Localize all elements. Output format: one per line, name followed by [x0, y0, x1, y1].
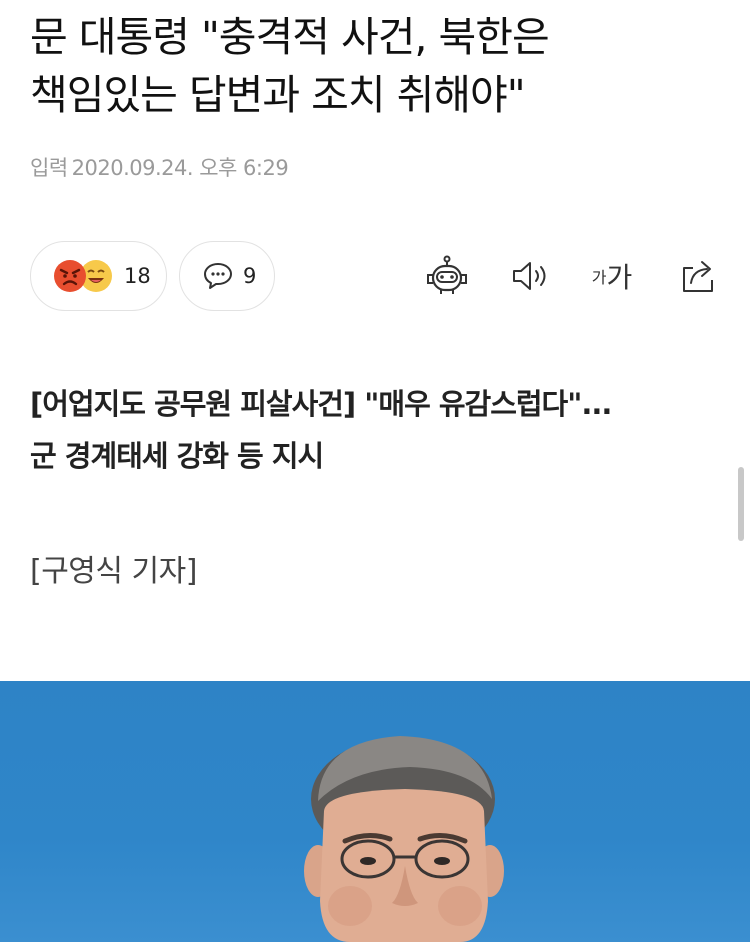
headline-line-1: 문 대통령 "충격적 사건, 북한은 — [30, 13, 550, 61]
portrait-illustration — [304, 736, 504, 942]
article-subhead: [어업지도 공무원 피살사건] "매우 유감스럽다"... 군 경계태세 강화 … — [30, 378, 720, 482]
article-dateline: 입력 2020.09.24. 오후 6:29 — [30, 152, 289, 182]
article-photo — [0, 681, 750, 942]
font-size-big-glyph: 가 — [606, 261, 633, 294]
font-size-small-glyph: 가 — [591, 268, 607, 287]
subhead-line-2: 군 경계태세 강화 등 지시 — [30, 439, 324, 473]
reaction-emojis — [53, 259, 115, 293]
speaker-icon — [513, 262, 546, 290]
headline-line-2: 책임있는 답변과 조치 취해야" — [30, 71, 526, 119]
share-button[interactable] — [676, 254, 720, 298]
share-icon — [683, 261, 713, 292]
angry-face-icon — [54, 260, 86, 292]
comment-count: 9 — [243, 264, 257, 288]
scrollbar-thumb[interactable] — [738, 467, 744, 541]
font-size-button[interactable]: 가가 — [588, 254, 636, 298]
date-value: 2020.09.24. 오후 6:29 — [71, 156, 289, 180]
speech-bubble-icon — [204, 263, 232, 289]
reporter-byline: [구영식 기자] — [30, 554, 197, 589]
date-label: 입력 — [30, 156, 68, 180]
subhead-line-1: [어업지도 공무원 피살사건] "매우 유감스럽다"... — [30, 387, 612, 421]
robot-icon — [427, 255, 467, 294]
article-headline: 문 대통령 "충격적 사건, 북한은 책임있는 답변과 조치 취해야" — [30, 8, 720, 124]
text-to-speech-button[interactable] — [508, 254, 552, 298]
reaction-button[interactable]: 18 — [30, 241, 167, 311]
reaction-count: 18 — [124, 264, 151, 288]
comment-button[interactable]: 9 — [179, 241, 275, 311]
summary-bot-button[interactable] — [425, 254, 469, 298]
